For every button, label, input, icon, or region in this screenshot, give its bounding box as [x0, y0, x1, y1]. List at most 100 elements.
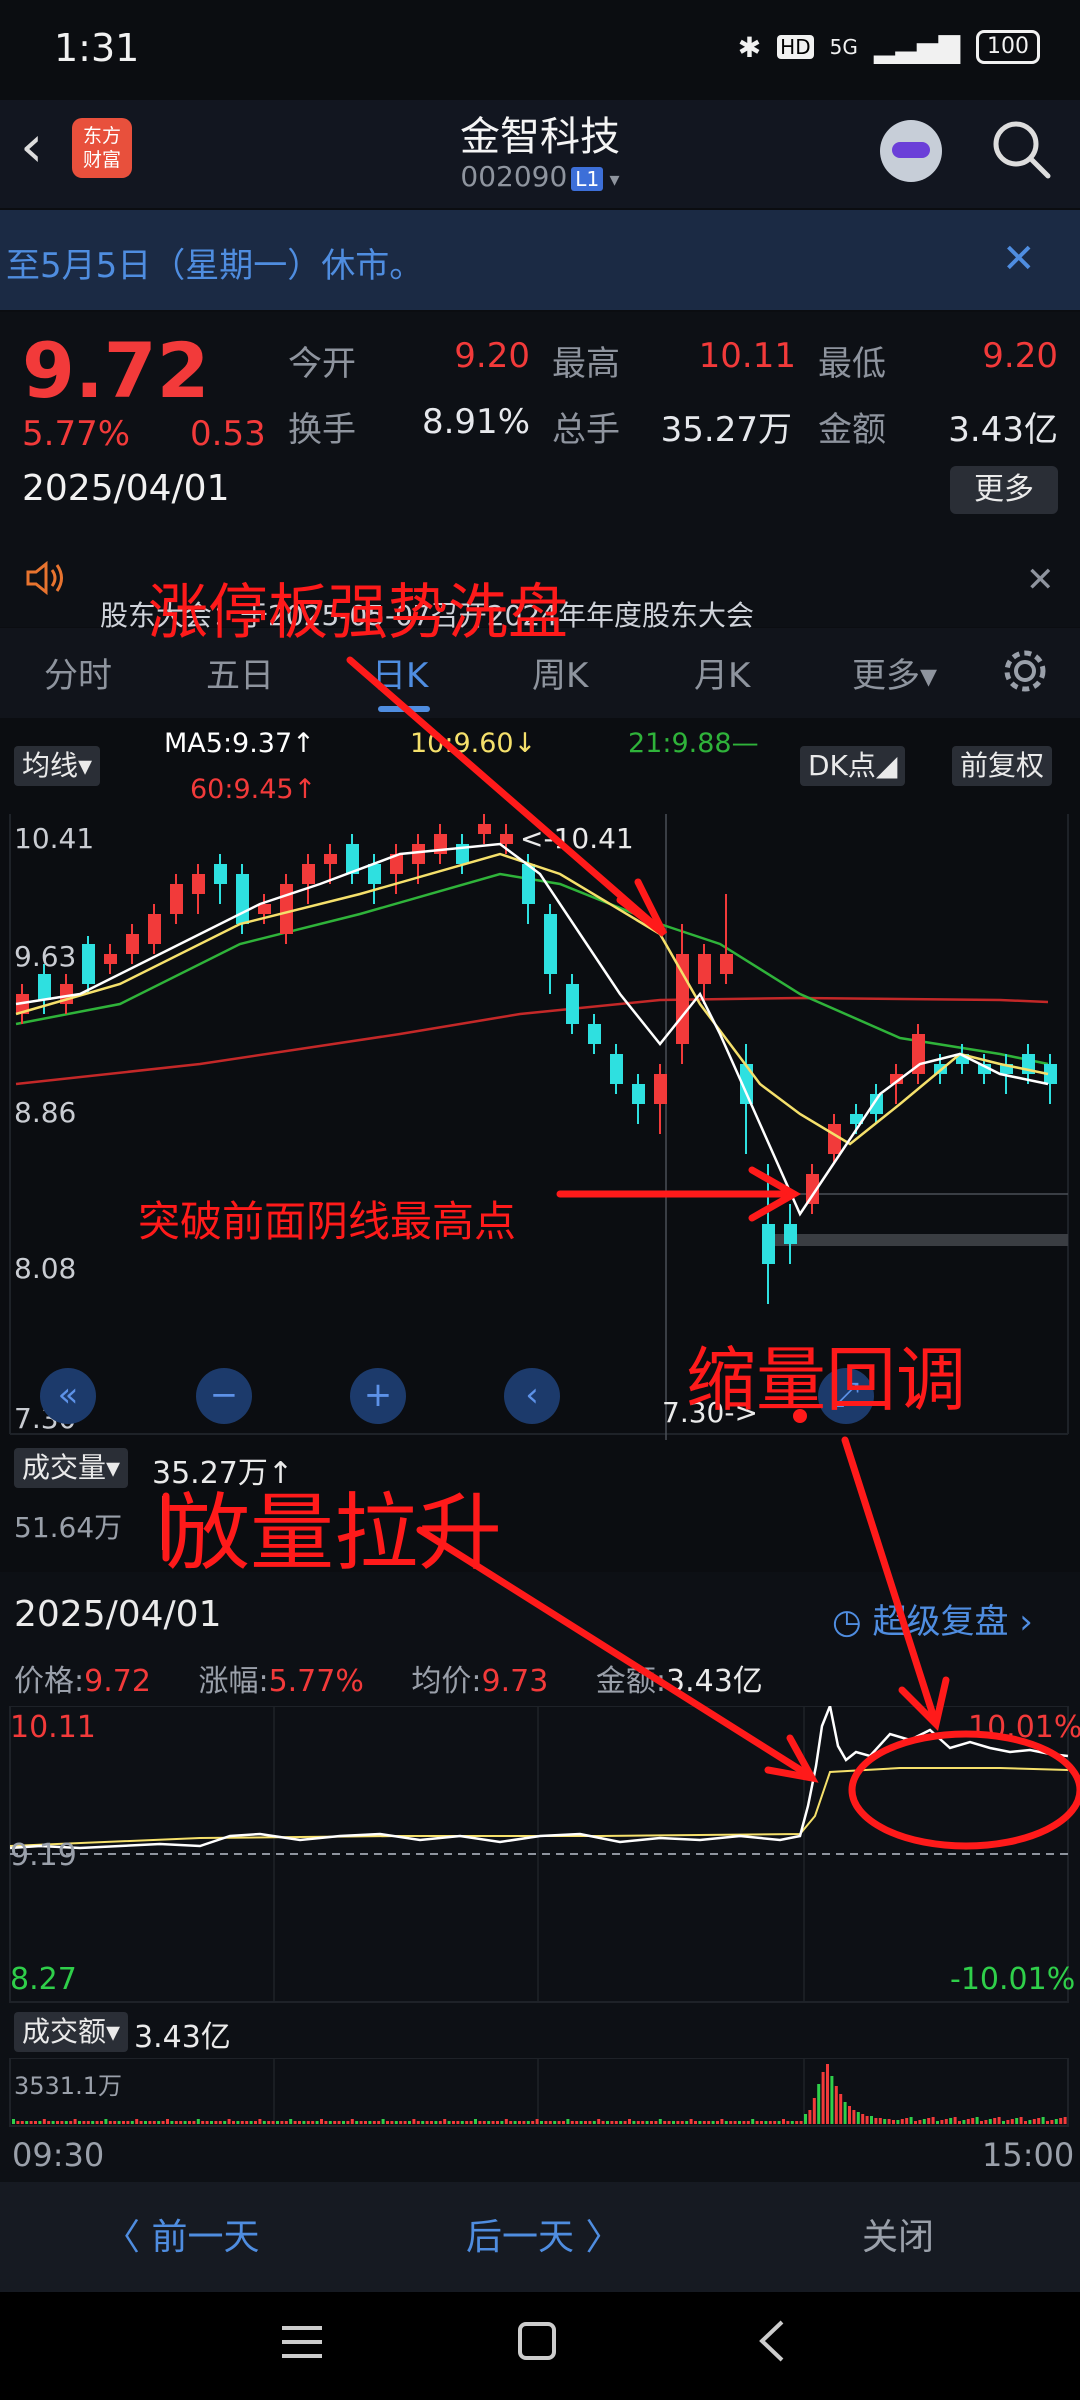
amount-bar [892, 2120, 895, 2124]
amount-bar [201, 2121, 205, 2124]
turnover-value: 8.91% [421, 402, 530, 442]
assistant-robot-icon[interactable] [880, 120, 942, 182]
amount-chart[interactable] [0, 2058, 1080, 2130]
amount-bar [460, 2121, 464, 2124]
amount-bar [870, 2116, 873, 2124]
amount-bar [931, 2117, 935, 2124]
super-replay-link[interactable]: ◷ 超级复盘 › [832, 1594, 1033, 1643]
home-icon[interactable] [516, 2320, 560, 2364]
stock-code: 002090 [460, 160, 568, 193]
ma-select[interactable]: 均线▾ [14, 746, 101, 786]
amount-bar [636, 2121, 640, 2124]
amount-bar [777, 2121, 781, 2124]
candle-body [698, 954, 711, 984]
amount-bar [782, 2119, 785, 2124]
amount-bar [826, 2064, 829, 2124]
intraday-top-pct: 10.01% [968, 1710, 1080, 1745]
amount-bar [51, 2121, 55, 2124]
candle-body [632, 1084, 645, 1104]
zoom-out-icon[interactable]: − [196, 1368, 252, 1424]
amount-bar [711, 2121, 715, 2124]
next-day-button[interactable]: 后一天 〉 [466, 2208, 621, 2260]
amount-bar [878, 2118, 882, 2124]
tab-five-day[interactable]: 五日 [206, 648, 274, 697]
amount-bar [104, 2119, 108, 2124]
tab-fenshi[interactable]: 分时 [44, 648, 112, 697]
amount-bar [289, 2119, 293, 2124]
amount-bar [262, 2121, 266, 2124]
close-icon[interactable]: ✕ [1026, 560, 1055, 600]
amount-bar [425, 2121, 429, 2124]
intraday-bottom-pct-value: -10.01% [950, 1962, 1076, 1997]
zoom-in-icon[interactable]: + [350, 1368, 406, 1424]
amount-bar [408, 2121, 411, 2124]
amount-bar [993, 2118, 997, 2124]
amount-bar [148, 2121, 152, 2124]
amount-bar [240, 2121, 244, 2124]
amount-bar [412, 2119, 416, 2124]
notice-text: 至5月5日（星期一）休市。 [6, 246, 424, 286]
amount-bar [645, 2121, 649, 2124]
candle-body [192, 874, 205, 894]
change-percent: 5.77% [22, 414, 131, 454]
tab-weekly-k[interactable]: 周K [532, 648, 588, 697]
amount-bar [553, 2121, 557, 2124]
adjust-button[interactable]: 前复权 [952, 746, 1053, 786]
tab-daily-k[interactable]: 日K [372, 648, 428, 697]
volume-select[interactable]: 成交量▾ [14, 1448, 129, 1488]
menu-icon[interactable] [280, 2322, 324, 2362]
fast-back-icon[interactable]: « [40, 1368, 96, 1424]
amount-bar [438, 2121, 442, 2124]
amount-bar [73, 2119, 77, 2124]
amount-bar [254, 2121, 257, 2124]
intraday-bottom-price: 8.27 [10, 1962, 77, 1997]
amount-bar [306, 2121, 310, 2124]
amount-bar [861, 2114, 865, 2124]
hd-icon: HD [777, 35, 814, 59]
amount-bar [729, 2121, 733, 2124]
intraday-chart[interactable] [0, 1706, 1080, 2006]
amount-bar [139, 2121, 143, 2124]
dk-point-button[interactable]: DK点◢ [800, 746, 906, 786]
amount-bar [984, 2120, 988, 2124]
amount-total: 3.43亿 [134, 2020, 231, 2055]
amount-bar [161, 2121, 165, 2124]
back-nav-icon[interactable] [754, 2318, 788, 2364]
more-button[interactable]: 更多 [950, 466, 1058, 514]
amount-bar [773, 2121, 777, 2124]
search-icon[interactable] [990, 118, 1052, 180]
amount-bar [82, 2121, 86, 2124]
close-button[interactable]: 关闭 [862, 2208, 934, 2260]
tab-more[interactable]: 更多▾ [852, 648, 937, 697]
candle-body [544, 914, 557, 974]
amount-bar [535, 2119, 539, 2124]
price-value: 9.72 [84, 1664, 151, 1699]
amount-bar [848, 2106, 851, 2124]
intraday-top-price: 10.11 [10, 1710, 96, 1745]
intraday-top-pct-value: 10.01% [968, 1710, 1080, 1745]
close-icon[interactable]: ✕ [1002, 236, 1036, 282]
amount-label: 金额 [818, 410, 886, 450]
amount-bar [16, 2121, 20, 2124]
volume-chart[interactable] [0, 1490, 1080, 1580]
amount-select[interactable]: 成交额▾ [14, 2012, 129, 2052]
amount-bar [320, 2119, 323, 2124]
amount-bar [482, 2121, 486, 2124]
amount-bar [12, 2119, 15, 2124]
prev-day-button[interactable]: 〈 前一天 [104, 2208, 259, 2260]
amount-bar [86, 2121, 90, 2124]
amount-bar [465, 2121, 469, 2124]
scroll-left-icon[interactable]: ‹ [504, 1368, 560, 1424]
amount-bar [223, 2121, 227, 2124]
tab-monthly-k[interactable]: 月K [694, 648, 750, 697]
amount-bar [60, 2121, 64, 2124]
amount-bar [267, 2121, 271, 2124]
amount-bar [342, 2121, 345, 2124]
gear-icon[interactable] [1000, 646, 1050, 696]
intraday-bottom-pct: -10.01% [950, 1962, 1075, 1997]
candle-body [148, 914, 161, 944]
amount-bar [548, 2121, 552, 2124]
amount-bar [447, 2121, 451, 2124]
ma60-legend: 60:9.45↑ [190, 774, 317, 805]
amount-bar [513, 2121, 517, 2124]
